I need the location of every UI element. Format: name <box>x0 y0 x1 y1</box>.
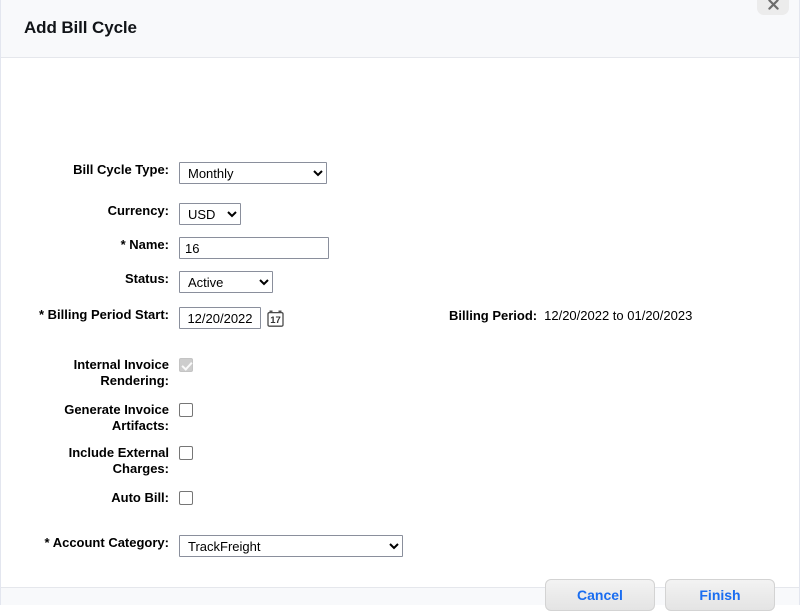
dialog-body: Bill Cycle Type: Monthly Currency: USD *… <box>1 58 799 611</box>
label-generate-invoice-artifacts: Generate Invoice Artifacts: <box>64 402 169 433</box>
label-auto-bill: Auto Bill: <box>111 490 169 505</box>
status-select[interactable]: Active <box>179 271 273 293</box>
label-account-category: * Account Category: <box>44 535 169 550</box>
field-auto-bill: Auto Bill: <box>24 490 193 506</box>
internal-invoice-rendering-checkbox <box>179 358 193 372</box>
close-button[interactable] <box>757 0 789 15</box>
field-include-external-charges: Include External Charges: <box>24 445 193 477</box>
include-external-charges-checkbox[interactable] <box>179 446 193 460</box>
control-account-category: TrackFreight <box>179 535 403 557</box>
field-status: Status: Active <box>24 271 273 293</box>
control-include-external-charges <box>179 445 193 460</box>
control-name <box>179 237 329 259</box>
page-title: Add Bill Cycle <box>24 18 137 37</box>
label-name: * Name: <box>120 237 169 252</box>
dialog-header: Add Bill Cycle <box>1 0 799 58</box>
close-icon <box>767 0 780 11</box>
control-status: Active <box>179 271 273 293</box>
label-include-external-charges: Include External Charges: <box>68 445 169 476</box>
billing-period-summary-value: 12/20/2022 to 01/20/2023 <box>544 308 693 323</box>
field-billing-period-start: * Billing Period Start: 17 <box>24 307 284 329</box>
control-internal-invoice-rendering <box>179 357 193 372</box>
label-status: Status: <box>124 271 169 286</box>
account-category-select[interactable]: TrackFreight <box>179 535 403 557</box>
billing-period-start-input[interactable] <box>179 307 261 329</box>
billing-period-summary-label: Billing Period: <box>449 308 538 323</box>
auto-bill-checkbox[interactable] <box>179 491 193 505</box>
billing-period-summary: Billing Period: 12/20/2022 to 01/20/2023 <box>449 308 692 323</box>
control-billing-period-start: 17 <box>179 307 284 329</box>
name-input[interactable] <box>179 237 329 259</box>
label-billing-period-start: * Billing Period Start: <box>38 307 169 322</box>
control-generate-invoice-artifacts <box>179 402 193 417</box>
calendar-icon-day: 17 <box>270 315 281 326</box>
label-bill-cycle-type: Bill Cycle Type: <box>73 162 169 177</box>
control-bill-cycle-type: Monthly <box>179 162 327 184</box>
currency-select[interactable]: USD <box>179 203 241 225</box>
finish-button[interactable]: Finish <box>665 579 775 611</box>
field-bill-cycle-type: Bill Cycle Type: Monthly <box>24 162 327 184</box>
field-name: * Name: <box>24 237 329 259</box>
control-auto-bill <box>179 490 193 505</box>
generate-invoice-artifacts-checkbox[interactable] <box>179 403 193 417</box>
field-currency: Currency: USD <box>24 203 241 225</box>
field-internal-invoice-rendering: Internal Invoice Rendering: <box>24 357 193 389</box>
bill-cycle-type-select[interactable]: Monthly <box>179 162 327 184</box>
field-account-category: * Account Category: TrackFreight <box>24 535 403 557</box>
label-internal-invoice-rendering: Internal Invoice Rendering: <box>73 357 169 388</box>
calendar-icon[interactable]: 17 <box>267 310 284 327</box>
label-currency: Currency: <box>107 203 169 218</box>
control-currency: USD <box>179 203 241 225</box>
add-bill-cycle-dialog: Add Bill Cycle Bill Cycle Type: Monthly … <box>0 0 800 611</box>
field-generate-invoice-artifacts: Generate Invoice Artifacts: <box>24 402 193 434</box>
cancel-button[interactable]: Cancel <box>545 579 655 611</box>
dialog-actions: Cancel Finish <box>545 579 775 611</box>
